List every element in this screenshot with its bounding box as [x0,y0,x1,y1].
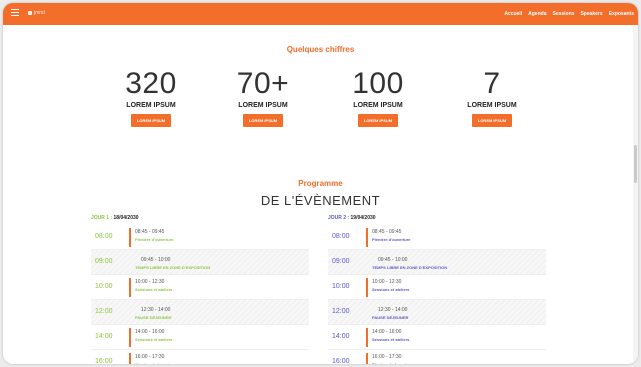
schedule-time: 10:00 [95,283,113,290]
nav-link-exposants[interactable]: Exposants [609,11,634,17]
main-nav: Accueil Agenda Sessions Speakers Exposan… [504,11,634,17]
stat-item: 7 LOREM IPSUM LOREM IPSUM [452,69,532,127]
schedule-time-range: 16:00 - 17:30 [372,354,402,360]
stat-item: 100 LOREM IPSUM LOREM IPSUM [338,69,418,127]
schedule-session-name[interactable]: Sessions et ateliers [135,337,172,342]
schedule-accent-bar [366,278,368,297]
schedule-time-range: 09:45 - 10:00 [378,257,408,263]
stat-label: LOREM IPSUM [467,102,517,109]
schedule-time: 14:00 [95,333,113,340]
stat-item: 70+ LOREM IPSUM LOREM IPSUM [223,69,303,127]
stat-label: LOREM IPSUM [126,102,176,109]
schedule-row: 08:00 08:45 - 09:45 Plénière d'ouverture [91,225,309,250]
schedule-time-range: 09:45 - 10:00 [141,257,171,263]
schedule-row: 16:00 16:00 - 17:30 Plénière de fermeture [91,350,309,364]
schedule-time-range: 10:00 - 12:30 [135,279,165,285]
nav-link-sessions[interactable]: Sessions [552,11,574,17]
schedule-session-name[interactable]: TEMPS LIBRE EN ZONE D'EXPOSITION [372,265,447,270]
day-date: 18/04/2030 [113,215,139,221]
schedule-row: 08:00 08:45 - 09:45 Plénière d'ouverture [328,225,546,250]
schedule-accent-bar [129,328,131,347]
schedule-row: 16:00 16:00 - 17:30 Plénière de fermeture [328,350,546,364]
hamburger-menu-icon[interactable] [11,9,19,17]
schedule-accent-bar [366,353,368,364]
stat-button[interactable]: LOREM IPSUM [242,114,284,127]
schedule-time-range: 12:30 - 14:00 [378,307,408,313]
day-label: JOUR 2 : [328,215,350,221]
schedule-row: 14:00 14:00 - 16:00 Sessions et ateliers [91,325,309,350]
stat-button[interactable]: LOREM IPSUM [130,114,172,127]
stat-button[interactable]: LOREM IPSUM [357,114,399,127]
schedule-accent-bar [129,278,131,297]
schedule-time-range: 16:00 - 17:30 [135,354,165,360]
program-title: Programme [298,179,343,188]
stat-label: LOREM IPSUM [238,102,288,109]
stat-label: LOREM IPSUM [353,102,403,109]
schedule-accent-bar [366,228,368,247]
day-1-schedule: JOUR 1 : 18/04/2030 08:00 08:45 - 09:45 Plé… [91,215,309,364]
stat-value: 100 [352,67,404,100]
schedule-row: 09:00 09:45 - 10:00 TEMPS LIBRE EN ZONE D'… [328,250,546,275]
schedule-accent-bar [129,228,131,247]
schedule-time: 08:00 [95,233,113,240]
schedule-time-range: 12:30 - 14:00 [141,307,171,313]
schedule-session-name[interactable]: TEMPS LIBRE EN ZONE D'EXPOSITION [135,265,210,270]
schedule-accent-bar [129,353,131,364]
stat-item: 320 LOREM IPSUM LOREM IPSUM [111,69,191,127]
schedule-row: 14:00 14:00 - 16:00 Sessions et ateliers [328,325,546,350]
schedule-session-name[interactable]: Sessions et ateliers [372,287,409,292]
day-header: JOUR 1 : 18/04/2030 [91,215,309,221]
schedule-session-name[interactable]: Plénière de fermeture [372,362,413,364]
schedule-row: 10:00 10:00 - 12:30 Sessions et ateliers [91,275,309,300]
schedule-session-name[interactable]: PAUSE DÉJEUNER [135,315,171,320]
nav-link-agenda[interactable]: Agenda [528,11,546,17]
logo[interactable]: jmnd [28,10,45,16]
stat-value: 7 [483,67,501,100]
schedule-time-range: 10:00 - 12:30 [372,279,402,285]
schedule-session-name[interactable]: Plénière d'ouverture [135,237,174,242]
schedule-time: 12:00 [332,308,350,315]
schedule-accent-bar [366,328,368,347]
day-header: JOUR 2 : 19/04/2030 [328,215,546,221]
day-date: 19/04/2030 [350,215,376,221]
schedule-time: 14:00 [332,333,350,340]
stat-value: 320 [125,67,177,100]
nav-link-speakers[interactable]: Speakers [580,11,602,17]
top-navigation-bar: jmnd Accueil Agenda Sessions Speakers Ex… [3,3,638,25]
nav-link-accueil[interactable]: Accueil [504,11,522,17]
schedule-time: 16:00 [95,358,113,364]
scrollbar[interactable] [633,25,638,364]
app-window: jmnd Accueil Agenda Sessions Speakers Ex… [3,3,638,364]
schedule-row: 12:00 12:30 - 14:00 PAUSE DÉJEUNER [91,300,309,325]
schedule-time: 16:00 [332,358,350,364]
schedule-session-name[interactable]: Sessions et ateliers [372,337,409,342]
schedule-time: 09:00 [95,258,113,265]
stat-value: 70+ [236,67,290,100]
schedule-time-range: 08:45 - 09:45 [372,229,402,235]
schedule-session-name[interactable]: PAUSE DÉJEUNER [372,315,408,320]
schedule-row: 10:00 10:00 - 12:30 Sessions et ateliers [328,275,546,300]
schedule-time: 12:00 [95,308,113,315]
stats-title: Quelques chiffres [286,45,355,54]
schedule-time: 10:00 [332,283,350,290]
program-subtitle: DE L'ÉVÈNEMENT [260,193,381,208]
stat-button[interactable]: LOREM IPSUM [471,114,513,127]
schedule-session-name[interactable]: Plénière de fermeture [135,362,176,364]
day-2-schedule: JOUR 2 : 19/04/2030 08:00 08:45 - 09:45 Plé… [328,215,546,364]
schedule-time-range: 14:00 - 16:00 [372,329,402,335]
schedule-time: 09:00 [332,258,350,265]
schedule-time-range: 14:00 - 16:00 [135,329,165,335]
schedule-row: 12:00 12:30 - 14:00 PAUSE DÉJEUNER [328,300,546,325]
day-label: JOUR 1 : [91,215,113,221]
schedule-session-name[interactable]: Plénière d'ouverture [372,237,411,242]
schedule-session-name[interactable]: Sessions et ateliers [135,287,172,292]
scrollbar-thumb[interactable] [634,145,637,183]
schedule-row: 09:00 09:45 - 10:00 TEMPS LIBRE EN ZONE D'… [91,250,309,275]
schedule-time-range: 08:45 - 09:45 [135,229,165,235]
schedule-time: 08:00 [332,233,350,240]
